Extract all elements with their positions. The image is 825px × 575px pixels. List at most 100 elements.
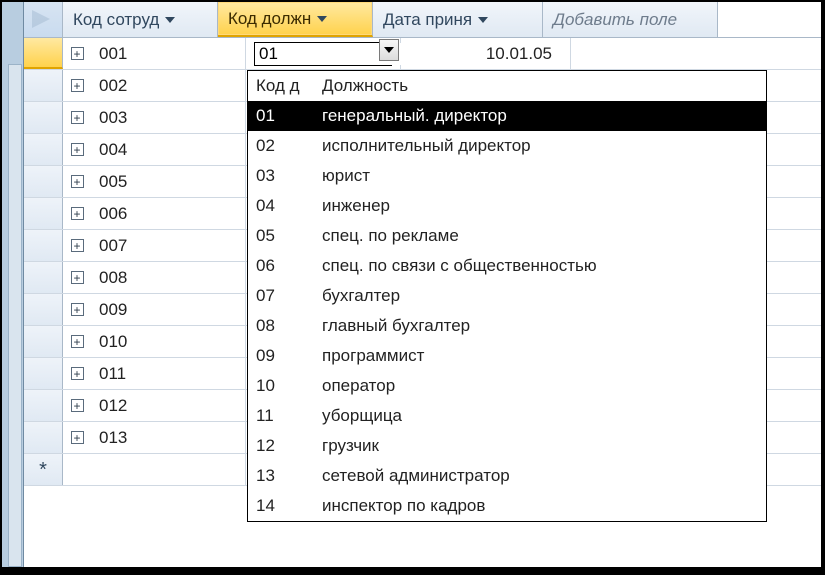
dropdown-item[interactable]: 04инженер — [248, 191, 766, 221]
expand-toggle[interactable]: + — [63, 198, 91, 229]
plus-icon: + — [71, 335, 84, 348]
dropdown-item-code: 07 — [248, 286, 318, 306]
column-header-position-code[interactable]: Код должн — [218, 2, 373, 37]
expand-toggle[interactable]: + — [63, 166, 91, 197]
combobox-dropdown-button[interactable] — [379, 39, 399, 61]
dropdown-item-code: 13 — [248, 466, 318, 486]
dropdown-item-name: программист — [318, 346, 766, 366]
chevron-down-icon — [317, 16, 327, 22]
column-label: Код сотруд — [73, 10, 159, 30]
row-selector[interactable] — [24, 358, 63, 389]
dropdown-item[interactable]: 11уборщица — [248, 401, 766, 431]
row-selector[interactable] — [24, 102, 63, 133]
column-header-employee-code[interactable]: Код сотруд — [63, 2, 218, 37]
dropdown-item-code: 03 — [248, 166, 318, 186]
cell-value: 002 — [99, 76, 127, 96]
row-selector[interactable] — [24, 70, 63, 101]
dropdown-item[interactable]: 07бухгалтер — [248, 281, 766, 311]
cell-employee-code[interactable]: 012 — [91, 390, 246, 421]
row-selector[interactable] — [24, 294, 63, 325]
dropdown-item[interactable]: 08главный бухгалтер — [248, 311, 766, 341]
row-selector-new[interactable]: * — [24, 454, 63, 485]
row-selector[interactable] — [24, 38, 63, 69]
cell-employee-code[interactable]: 001 — [91, 38, 246, 69]
table-row-active[interactable]: + 001 10.01.05 — [24, 38, 821, 70]
dropdown-item[interactable]: 14инспектор по кадров — [248, 491, 766, 521]
dropdown-item[interactable]: 09программист — [248, 341, 766, 371]
left-rail-marker — [8, 64, 22, 567]
row-selector[interactable] — [24, 422, 63, 453]
column-header-hire-date[interactable]: Дата приня — [373, 2, 543, 37]
cell-employee-code[interactable]: 013 — [91, 422, 246, 453]
plus-icon: + — [71, 143, 84, 156]
cell-employee-code[interactable]: 010 — [91, 326, 246, 357]
cell-employee-code[interactable]: 008 — [91, 262, 246, 293]
dropdown-item-name: грузчик — [318, 436, 766, 456]
row-selector[interactable] — [24, 326, 63, 357]
plus-icon: + — [71, 303, 84, 316]
plus-icon: + — [71, 367, 84, 380]
row-selector[interactable] — [24, 390, 63, 421]
expand-toggle[interactable]: + — [63, 70, 91, 101]
dropdown-item-code: 05 — [248, 226, 318, 246]
cell-employee-code[interactable]: 003 — [91, 102, 246, 133]
cell-value: 010 — [99, 332, 127, 352]
datasheet-content: Код сотруд Код должн Дата приня Добавить… — [24, 2, 821, 567]
expand-toggle[interactable]: + — [63, 38, 91, 69]
row-selector[interactable] — [24, 134, 63, 165]
position-combobox[interactable] — [254, 42, 392, 66]
expand-toggle[interactable]: + — [63, 294, 91, 325]
dropdown-item-name: инженер — [318, 196, 766, 216]
row-selector[interactable] — [24, 166, 63, 197]
cell-employee-code[interactable]: 004 — [91, 134, 246, 165]
cell-value: 005 — [99, 172, 127, 192]
row-selector[interactable] — [24, 198, 63, 229]
select-all-cell[interactable] — [24, 2, 63, 37]
dropdown-item-name: главный бухгалтер — [318, 316, 766, 336]
dropdown-item[interactable]: 02исполнительный директор — [248, 131, 766, 161]
cell-value: 011 — [99, 364, 126, 384]
dropdown-item[interactable]: 06спец. по связи с общественностью — [248, 251, 766, 281]
expand-toggle[interactable]: + — [63, 326, 91, 357]
row-selector[interactable] — [24, 262, 63, 293]
cell-employee-code[interactable]: 002 — [91, 70, 246, 101]
cell-value: 004 — [99, 140, 127, 160]
cell-employee-code[interactable]: 011 — [91, 358, 246, 389]
cell-employee-code[interactable]: 005 — [91, 166, 246, 197]
dropdown-item[interactable]: 13сетевой администратор — [248, 461, 766, 491]
expand-toggle[interactable]: + — [63, 422, 91, 453]
cell-employee-code[interactable] — [91, 454, 246, 485]
expand-toggle[interactable]: + — [63, 102, 91, 133]
dropdown-item[interactable]: 03юрист — [248, 161, 766, 191]
dropdown-item-code: 06 — [248, 256, 318, 276]
dropdown-item-name: генеральный. директор — [318, 106, 766, 126]
expand-toggle[interactable]: + — [63, 390, 91, 421]
dropdown-item[interactable]: 01генеральный. директор — [248, 101, 766, 131]
dropdown-item-code: 10 — [248, 376, 318, 396]
row-selector[interactable] — [24, 230, 63, 261]
dropdown-item-code: 04 — [248, 196, 318, 216]
expand-toggle[interactable]: + — [63, 230, 91, 261]
plus-icon: + — [71, 175, 84, 188]
position-dropdown-list[interactable]: Код д Должность 01генеральный. директор0… — [247, 70, 767, 522]
cell-employee-code[interactable]: 006 — [91, 198, 246, 229]
plus-icon: + — [71, 111, 84, 124]
dropdown-item[interactable]: 12грузчик — [248, 431, 766, 461]
plus-icon: + — [71, 47, 84, 60]
cell-employee-code[interactable]: 009 — [91, 294, 246, 325]
expand-toggle[interactable]: + — [63, 134, 91, 165]
chevron-down-icon — [165, 17, 175, 23]
expand-toggle — [63, 454, 91, 485]
dropdown-item-name: сетевой администратор — [318, 466, 766, 486]
dropdown-item[interactable]: 05спец. по рекламе — [248, 221, 766, 251]
expand-toggle[interactable]: + — [63, 358, 91, 389]
chevron-down-icon — [384, 47, 394, 53]
plus-icon: + — [71, 207, 84, 220]
expand-toggle[interactable]: + — [63, 262, 91, 293]
cell-position-code[interactable] — [246, 38, 401, 69]
dropdown-item-name: оператор — [318, 376, 766, 396]
cell-employee-code[interactable]: 007 — [91, 230, 246, 261]
position-input[interactable] — [255, 43, 484, 65]
dropdown-item[interactable]: 10оператор — [248, 371, 766, 401]
add-field-column[interactable]: Добавить поле — [543, 2, 718, 37]
